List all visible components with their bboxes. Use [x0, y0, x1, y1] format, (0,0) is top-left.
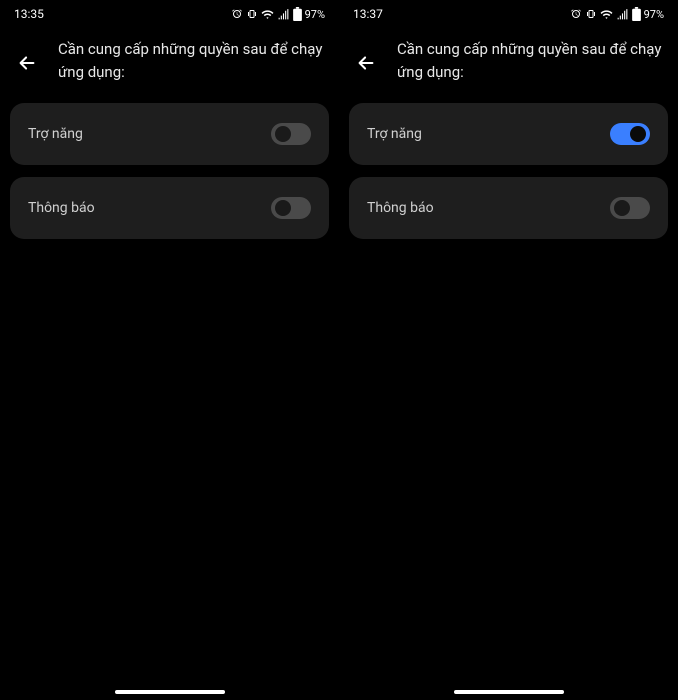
toggle-accessibility[interactable] — [271, 123, 311, 145]
toggle-accessibility[interactable] — [610, 123, 650, 145]
settings-list: Trợ năng Thông báo — [0, 103, 339, 239]
toggle-notification[interactable] — [610, 197, 650, 219]
setting-label: Thông báo — [367, 200, 434, 216]
back-button[interactable] — [355, 52, 377, 78]
alarm-icon — [570, 8, 582, 20]
setting-accessibility[interactable]: Trợ năng — [349, 103, 668, 165]
phone-screen-left: 13:35 97% Cần cung cấp những quyền sau đ… — [0, 0, 339, 700]
toggle-knob — [275, 126, 291, 142]
wifi-icon — [600, 8, 613, 21]
nav-bar-handle[interactable] — [454, 690, 564, 694]
toggle-knob — [630, 126, 646, 142]
setting-label: Thông báo — [28, 200, 95, 216]
alarm-icon — [231, 8, 243, 20]
battery-icon — [293, 7, 302, 21]
setting-label: Trợ năng — [367, 126, 422, 142]
phone-screen-right: 13:37 97% Cần cung cấp những quyền sau đ… — [339, 0, 678, 700]
status-time: 13:35 — [14, 7, 44, 21]
vibrate-icon — [246, 8, 258, 20]
settings-list: Trợ năng Thông báo — [339, 103, 678, 239]
status-time: 13:37 — [353, 7, 383, 21]
signal-icon — [616, 8, 629, 21]
toggle-notification[interactable] — [271, 197, 311, 219]
nav-bar-handle[interactable] — [115, 690, 225, 694]
status-icons: 97% — [231, 7, 325, 21]
status-bar: 13:37 97% — [339, 0, 678, 28]
toggle-knob — [275, 200, 291, 216]
back-button[interactable] — [16, 52, 38, 78]
status-icons: 97% — [570, 7, 664, 21]
header: Cần cung cấp những quyền sau để chạy ứng… — [339, 28, 678, 103]
setting-accessibility[interactable]: Trợ năng — [10, 103, 329, 165]
status-bar: 13:35 97% — [0, 0, 339, 28]
vibrate-icon — [585, 8, 597, 20]
setting-notification[interactable]: Thông báo — [349, 177, 668, 239]
battery-percent: 97% — [305, 8, 325, 21]
battery-icon — [632, 7, 641, 21]
setting-notification[interactable]: Thông báo — [10, 177, 329, 239]
header: Cần cung cấp những quyền sau để chạy ứng… — [0, 28, 339, 103]
battery-percent: 97% — [644, 8, 664, 21]
wifi-icon — [261, 8, 274, 21]
signal-icon — [277, 8, 290, 21]
page-title: Cần cung cấp những quyền sau để chạy ứng… — [397, 38, 662, 83]
page-title: Cần cung cấp những quyền sau để chạy ứng… — [58, 38, 323, 83]
toggle-knob — [614, 200, 630, 216]
setting-label: Trợ năng — [28, 126, 83, 142]
